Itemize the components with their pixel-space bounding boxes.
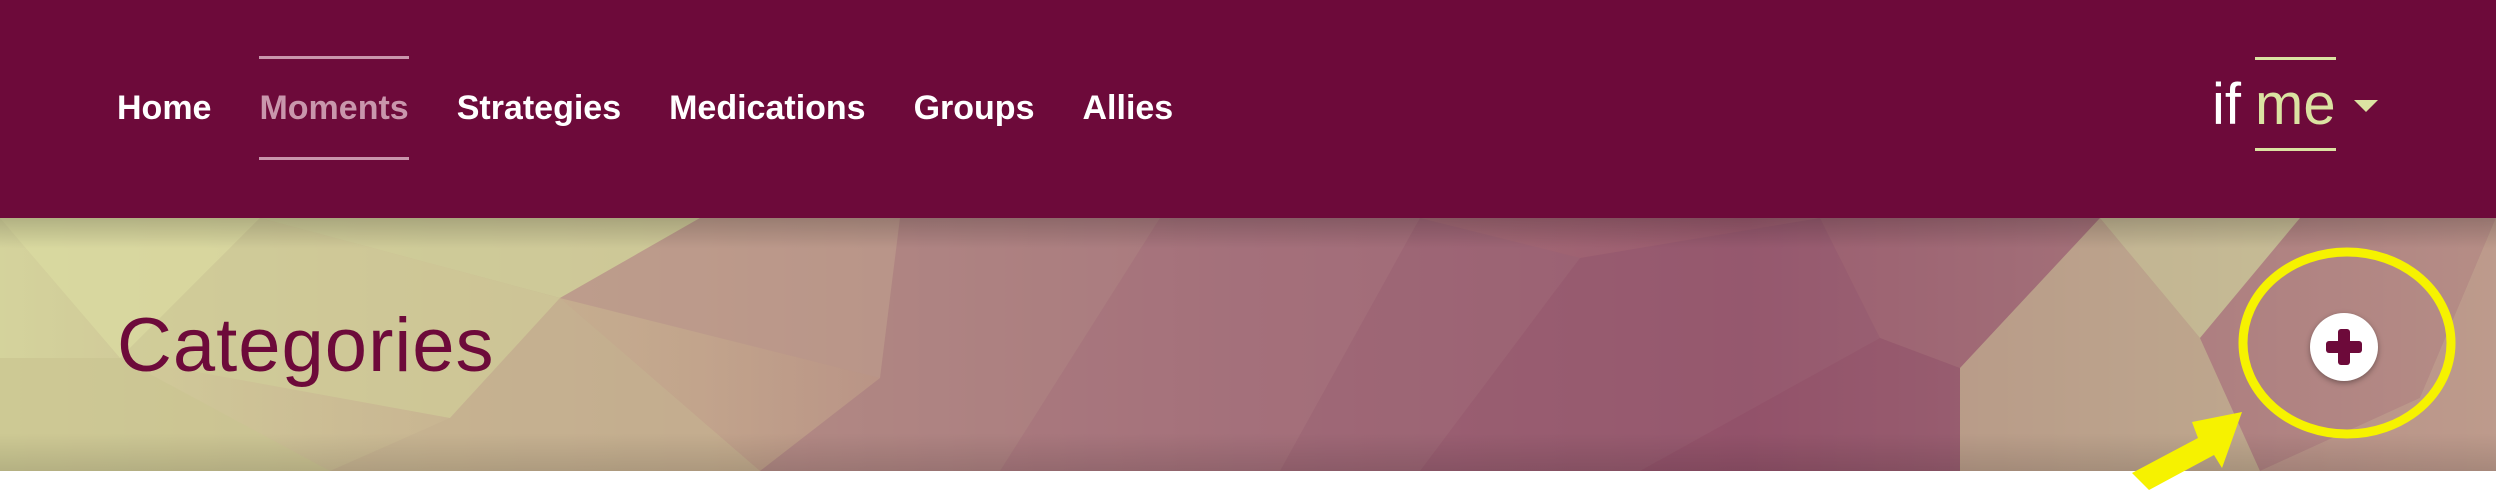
plus-circle-icon (2326, 329, 2362, 365)
add-category-button[interactable] (2310, 313, 2378, 381)
brand-logo-me: me (2255, 57, 2336, 151)
nav-item-home[interactable]: Home (117, 56, 211, 160)
page: Home Moments Strategies Medications Grou… (0, 0, 2496, 492)
page-title: Categories (117, 303, 495, 388)
main-nav: Home Moments Strategies Medications Grou… (117, 56, 1221, 160)
top-navigation-bar: Home Moments Strategies Medications Grou… (0, 0, 2496, 218)
nav-item-medications[interactable]: Medications (669, 56, 865, 160)
brand-menu[interactable]: if me (2212, 56, 2378, 152)
brand-logo-if: if (2212, 71, 2241, 137)
page-banner: Categories (0, 218, 2496, 471)
nav-item-strategies[interactable]: Strategies (457, 56, 621, 160)
caret-down-icon[interactable] (2353, 100, 2378, 112)
nav-item-allies[interactable]: Allies (1083, 56, 1174, 160)
nav-item-groups[interactable]: Groups (914, 56, 1035, 160)
nav-item-moments[interactable]: Moments (259, 56, 409, 160)
